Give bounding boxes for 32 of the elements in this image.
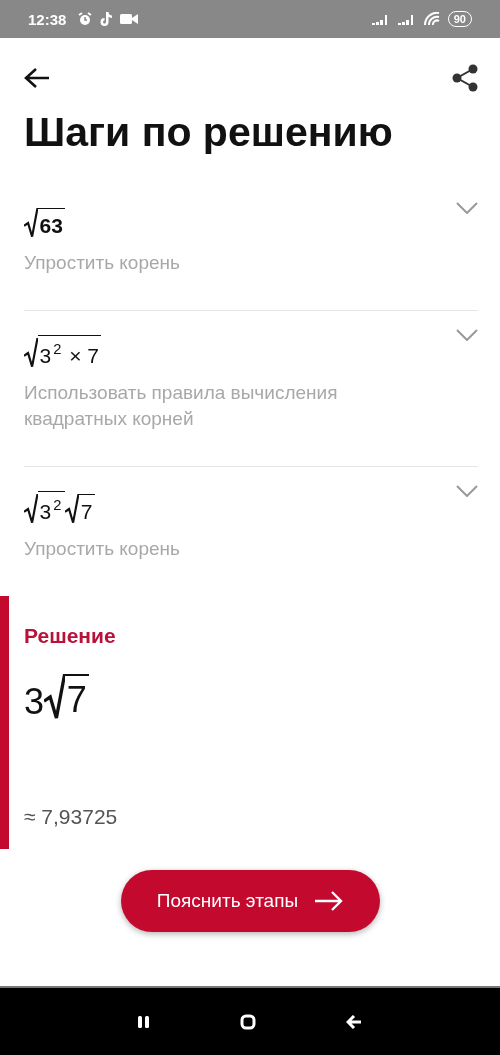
approximate-value: ≈ 7,93725 bbox=[24, 804, 119, 829]
recent-apps-icon[interactable] bbox=[138, 1015, 150, 1028]
chevron-icon[interactable] bbox=[456, 329, 478, 341]
arrow-right-icon bbox=[314, 890, 345, 912]
signal-icon bbox=[371, 13, 390, 25]
chevron-icon[interactable] bbox=[456, 484, 478, 497]
step-description: Использовать правила вычисления квадратных корней bbox=[24, 380, 339, 431]
math-expression: 63 bbox=[24, 200, 65, 238]
math-expression: 3$^{2}$ × 7 bbox=[24, 327, 101, 368]
music-note-icon bbox=[100, 11, 113, 27]
back-icon[interactable] bbox=[346, 1014, 362, 1029]
radical-sign-icon bbox=[44, 673, 65, 720]
step-description: Упростить корень bbox=[24, 536, 180, 561]
wifi-icon bbox=[423, 12, 440, 26]
alarm-icon bbox=[78, 12, 93, 26]
status-time: 12:38 bbox=[28, 10, 67, 28]
signal-icon bbox=[397, 13, 416, 25]
solution-heading: Решение bbox=[24, 623, 117, 648]
chevron-icon[interactable] bbox=[456, 202, 478, 214]
step-description: Упростить корень bbox=[24, 251, 180, 275]
radical-sign-icon bbox=[65, 493, 79, 524]
video-camera-icon bbox=[120, 13, 139, 25]
radical-sign-icon bbox=[24, 493, 38, 524]
home-icon[interactable] bbox=[240, 1013, 256, 1030]
radical-sign-icon bbox=[24, 337, 38, 368]
back-arrow-icon[interactable] bbox=[24, 67, 50, 89]
math-expression: 3 7 bbox=[24, 665, 89, 720]
explain-steps-button[interactable]: Пояснить этапы bbox=[121, 870, 380, 932]
share-icon[interactable] bbox=[452, 64, 478, 92]
page-title: Шаги по решению bbox=[24, 108, 394, 156]
math-expression: 3$^{2}$ 7 bbox=[24, 482, 95, 524]
radical-sign-icon bbox=[24, 208, 38, 238]
